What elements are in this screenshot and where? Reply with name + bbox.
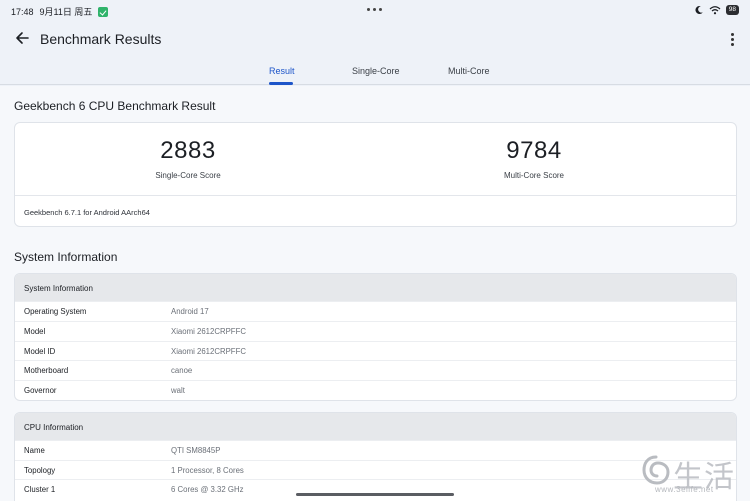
back-button[interactable] <box>11 27 33 49</box>
cpu-info-card-header: CPU Information <box>15 413 736 440</box>
shield-check-icon <box>98 6 109 17</box>
single-core-score: 2883 <box>160 137 216 164</box>
system-info-heading: System Information <box>14 250 118 264</box>
row-label: Model <box>24 326 46 336</box>
multitask-dots-icon[interactable] <box>367 8 382 11</box>
table-row: Model Xiaomi 2612CRPFFC <box>15 320 736 341</box>
cpu-info-card: CPU Information Name QTI SM8845P Topolog… <box>14 412 737 501</box>
arrow-left-icon <box>16 32 29 44</box>
tab-result[interactable]: Result <box>269 66 295 76</box>
table-row: Name QTI SM8845P <box>15 440 736 460</box>
tab-multi-core[interactable]: Multi-Core <box>448 66 490 76</box>
row-value: 1 Processor, 8 Cores <box>171 465 244 475</box>
multi-core-label: Multi-Core Score <box>503 171 564 180</box>
table-row: Model ID Xiaomi 2612CRPFFC <box>15 340 736 361</box>
table-row: Motherboard canoe <box>15 360 736 380</box>
status-bar: 17:48 9月11日 周五 98 <box>0 0 750 20</box>
watermark-url: www.3elife.net <box>655 485 714 494</box>
app-bar: Benchmark Results <box>0 20 750 58</box>
divider <box>15 195 736 196</box>
row-value: Xiaomi 2612CRPFFC <box>171 346 246 356</box>
watermark: 生活 www.3elife.net <box>641 452 746 497</box>
table-row: Operating System Android 17 <box>15 301 736 321</box>
row-value: QTI SM8845P <box>171 446 221 455</box>
system-info-card-header: System Information <box>15 274 736 301</box>
row-label: Cluster 1 <box>24 485 56 495</box>
watermark-swirl-icon <box>642 455 670 485</box>
row-label: Governor <box>24 386 57 396</box>
row-value: canoe <box>171 366 193 376</box>
wifi-icon <box>709 6 721 15</box>
row-label: Operating System <box>24 307 87 316</box>
row-value: Xiaomi 2612CRPFFC <box>171 326 246 336</box>
multi-core-score-block: 9784 Multi-Core Score <box>434 137 634 180</box>
tab-single-core[interactable]: Single-Core <box>352 66 400 76</box>
row-label: Topology <box>24 465 56 475</box>
battery-icon: 98 <box>725 5 739 15</box>
benchmark-version: Geekbench 6.7.1 for Android AArch64 <box>24 208 150 217</box>
app-screen: 17:48 9月11日 周五 98 Benchmark Results Resu… <box>0 0 750 501</box>
multi-core-score: 9784 <box>506 137 562 164</box>
row-label: Model ID <box>24 346 56 356</box>
moon-icon <box>695 5 703 14</box>
row-label: Motherboard <box>24 366 69 376</box>
single-core-score-block: 2883 Single-Core Score <box>88 137 288 180</box>
system-info-card: System Information Operating System Andr… <box>14 273 737 401</box>
status-left: 17:48 9月11日 周五 <box>11 5 109 18</box>
tab-bar: Result Single-Core Multi-Core <box>0 58 750 85</box>
table-row: Governor walt <box>15 380 736 400</box>
status-date: 9月11日 周五 <box>39 7 93 17</box>
table-row: Topology 1 Processor, 8 Cores <box>15 459 736 480</box>
row-value: walt <box>171 386 185 396</box>
row-value: Android 17 <box>171 307 209 316</box>
content-area[interactable]: Geekbench 6 CPU Benchmark Result 2883 Si… <box>0 86 750 501</box>
row-label: Name <box>24 446 45 455</box>
page-title: Benchmark Results <box>40 31 162 47</box>
single-core-label: Single-Core Score <box>155 171 221 180</box>
result-heading: Geekbench 6 CPU Benchmark Result <box>14 99 216 113</box>
tab-active-indicator <box>269 82 293 85</box>
status-time: 17:48 <box>11 6 34 17</box>
row-value: 6 Cores @ 3.32 GHz <box>171 485 244 495</box>
more-vertical-icon[interactable] <box>724 29 740 49</box>
score-card: 2883 Single-Core Score 9784 Multi-Core S… <box>14 122 737 227</box>
home-indicator[interactable] <box>296 493 454 496</box>
status-right: 98 <box>694 5 739 15</box>
